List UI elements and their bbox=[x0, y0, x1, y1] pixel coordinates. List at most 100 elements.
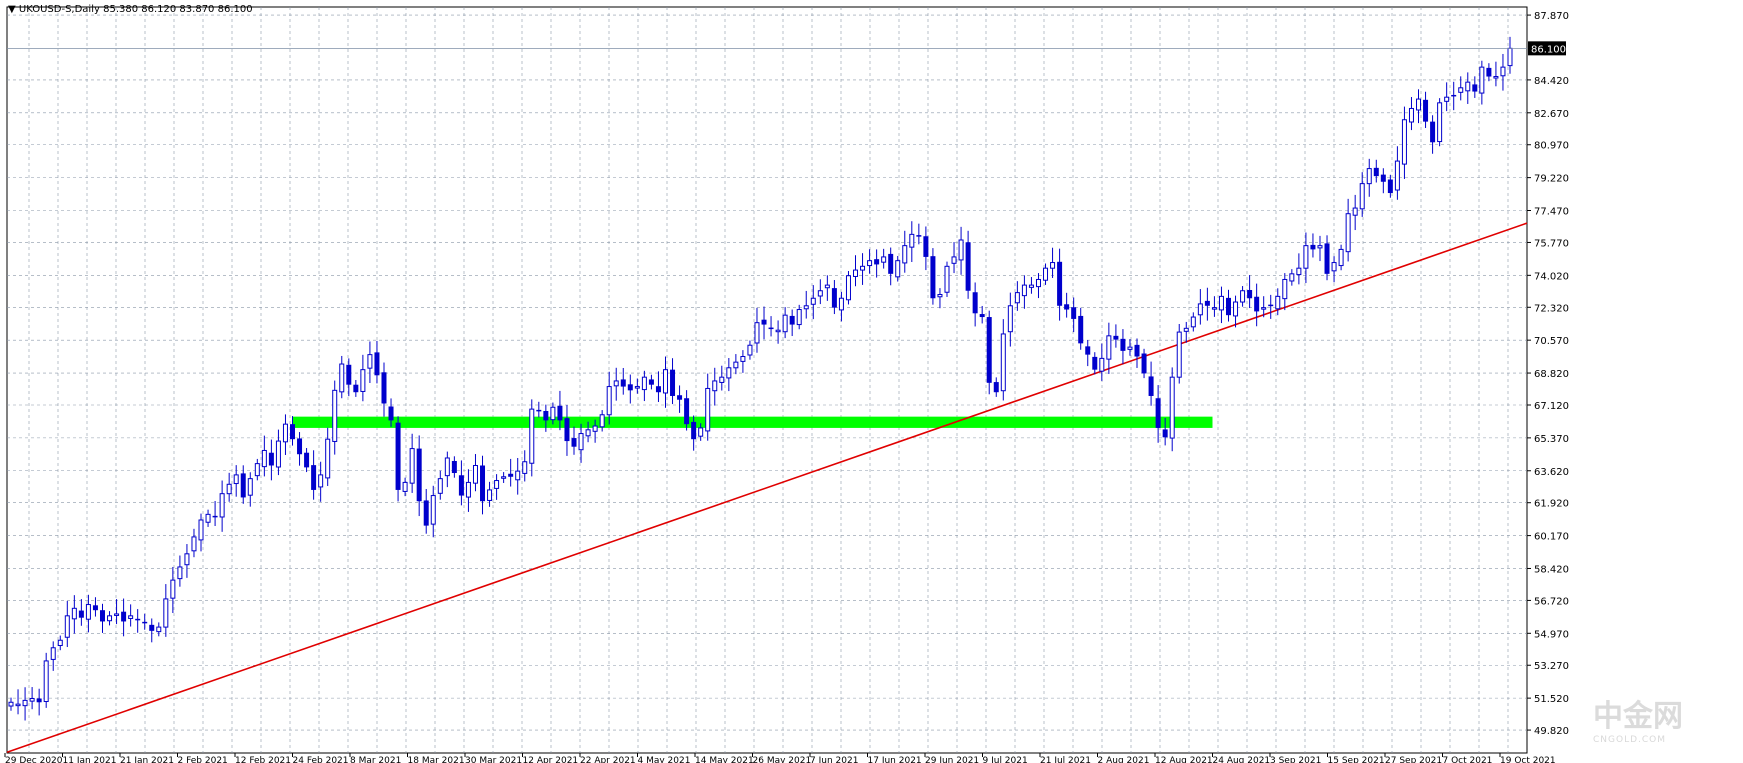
candle-body-down bbox=[1085, 346, 1091, 355]
price-chart[interactable]: 87.870 84.420 82.670 80.970 79.220 77.470 75.7… bbox=[0, 0, 1743, 763]
candle-body-down bbox=[1120, 338, 1126, 351]
candle-body-up bbox=[198, 519, 204, 541]
candle-body-up bbox=[444, 457, 450, 477]
candle-body-up bbox=[170, 579, 176, 599]
candle-body-up bbox=[163, 598, 169, 628]
candle-body-up bbox=[1127, 346, 1133, 350]
candle-body-up bbox=[1000, 333, 1006, 392]
candle-body-up bbox=[254, 463, 260, 477]
candle-body-up bbox=[1183, 327, 1189, 332]
y-tick-label: 77.470 bbox=[1534, 207, 1569, 218]
candle-body-down bbox=[142, 621, 148, 624]
candle-body-up bbox=[817, 290, 823, 297]
candle-body-down bbox=[691, 421, 697, 440]
candle-body-up bbox=[1394, 160, 1400, 191]
candle-body-up bbox=[1458, 87, 1464, 93]
candle-body-up bbox=[1233, 301, 1239, 317]
watermark-sub: CNGOLD.COM bbox=[1593, 735, 1667, 745]
candle-body-up bbox=[29, 698, 35, 702]
ohlc-readout: 85.380 86.120 83.870 86.100 bbox=[103, 4, 253, 15]
candle-body-down bbox=[374, 352, 380, 376]
candle-body-up bbox=[522, 461, 528, 474]
candle-body-up bbox=[85, 604, 91, 620]
candle-body-up bbox=[1099, 357, 1105, 372]
candle-body-up bbox=[402, 481, 408, 492]
candle-body-up bbox=[1338, 248, 1344, 267]
candle-body-down bbox=[789, 315, 795, 325]
candle-body-up bbox=[705, 387, 711, 432]
candle-body-down bbox=[451, 460, 457, 474]
candle-body-up bbox=[740, 356, 746, 362]
candle-body-down bbox=[1078, 315, 1084, 344]
y-tick-label: 68.820 bbox=[1534, 369, 1569, 380]
candle-body-down bbox=[1113, 335, 1119, 340]
candle-body-down bbox=[930, 256, 936, 299]
y-tick-label: 87.870 bbox=[1534, 11, 1569, 22]
x-tick-label: 2 Feb 2021 bbox=[178, 756, 228, 763]
candle-body-up bbox=[1437, 102, 1443, 143]
candle-body-up bbox=[796, 309, 802, 326]
candle-body-up bbox=[937, 294, 943, 298]
candle-body-down bbox=[888, 253, 894, 274]
candle-body-down bbox=[564, 418, 570, 442]
candle-body-down bbox=[655, 386, 661, 393]
chart-header: ▼ UKOUSD-S,Daily 85.380 86.120 83.870 86… bbox=[8, 4, 253, 15]
y-tick-label: 49.820 bbox=[1534, 726, 1569, 737]
candle-body-up bbox=[409, 448, 415, 484]
candle-body-up bbox=[1211, 307, 1217, 310]
candle-body-down bbox=[1486, 67, 1492, 77]
y-tick-label: 74.020 bbox=[1534, 271, 1569, 282]
candle-body-down bbox=[92, 605, 98, 611]
collapse-arrow-icon[interactable]: ▼ bbox=[8, 4, 16, 15]
candle-body-down bbox=[874, 259, 880, 265]
candle-body-up bbox=[641, 376, 647, 391]
candle-body-down bbox=[1162, 429, 1168, 438]
x-tick-label: 18 Mar 2021 bbox=[408, 756, 465, 763]
candle-body-up bbox=[367, 354, 373, 369]
candle-body-down bbox=[1148, 376, 1154, 396]
candle-body-up bbox=[1359, 183, 1365, 210]
candle-body-up bbox=[782, 314, 788, 333]
candle-body-up bbox=[592, 425, 598, 432]
candle-body-up bbox=[1021, 284, 1027, 297]
candle-body-down bbox=[311, 465, 317, 490]
x-tick-label: 12 Feb 2021 bbox=[235, 756, 291, 763]
candle-body-up bbox=[1261, 307, 1267, 310]
candle-body-up bbox=[613, 380, 619, 387]
candle-body-up bbox=[472, 464, 478, 484]
candle-body-up bbox=[958, 239, 964, 261]
x-tick-label: 27 Sep 2021 bbox=[1385, 756, 1442, 763]
candle-body-down bbox=[121, 611, 127, 622]
chart-frame bbox=[6, 6, 1528, 754]
x-tick-label: 22 Apr 2021 bbox=[580, 756, 636, 763]
x-tick-label: 15 Sep 2021 bbox=[1328, 756, 1385, 763]
candle-body-up bbox=[1240, 290, 1246, 303]
candle-body-up bbox=[1190, 316, 1196, 328]
candle-body-down bbox=[346, 364, 352, 385]
candle-body-down bbox=[684, 398, 690, 425]
candle-body-up bbox=[860, 265, 866, 271]
x-tick-label: 2 Aug 2021 bbox=[1098, 756, 1150, 763]
candle-body-up bbox=[219, 493, 225, 518]
candle-body-up bbox=[634, 386, 640, 389]
candle-body-down bbox=[831, 288, 837, 308]
candle-body-down bbox=[627, 384, 633, 391]
candle-body-up bbox=[8, 701, 14, 707]
candle-body-up bbox=[184, 553, 190, 566]
x-tick-label: 17 Jun 2021 bbox=[868, 756, 922, 763]
candle-body-up bbox=[895, 260, 901, 278]
candle-body-down bbox=[1134, 344, 1140, 357]
candle-body-down bbox=[1268, 304, 1274, 307]
candle-body-up bbox=[1106, 335, 1112, 360]
candle-body-down bbox=[1064, 304, 1070, 310]
candle-body-up bbox=[128, 615, 134, 619]
candle-body-up bbox=[747, 344, 753, 356]
candle-body-down bbox=[423, 500, 429, 526]
candle-body-down bbox=[78, 610, 84, 618]
candle-body-up bbox=[487, 489, 493, 501]
price-axis: 87.870 84.420 82.670 80.970 79.220 77.470 75.7… bbox=[1527, 11, 1569, 737]
candle-body-up bbox=[332, 389, 338, 442]
y-tick-label: 54.970 bbox=[1534, 629, 1569, 640]
candle-body-down bbox=[923, 236, 929, 257]
candle-body-down bbox=[1310, 244, 1316, 250]
